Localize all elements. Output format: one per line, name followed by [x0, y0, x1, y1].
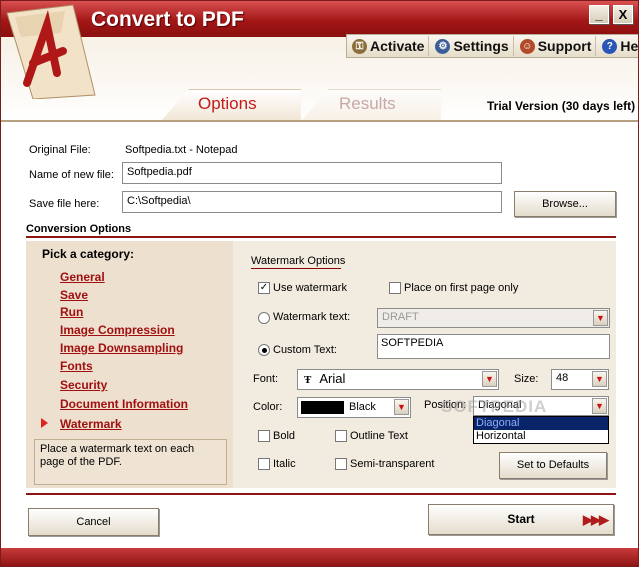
- divider: [26, 236, 616, 238]
- toolbar: ⚿Activate ⚙Settings ☺Support ?Help: [346, 34, 639, 58]
- font-label: Font:: [253, 373, 279, 385]
- footer-bar: [1, 548, 638, 566]
- app-title: Convert to PDF: [91, 8, 244, 31]
- forward-arrows-icon: ▶▶▶: [583, 512, 609, 527]
- pick-category-label: Pick a category:: [42, 247, 135, 261]
- outline-text-label: Outline Text: [350, 430, 408, 442]
- category-watermark[interactable]: Watermark: [60, 417, 122, 431]
- key-icon: ⚿: [352, 38, 367, 54]
- support-label: Support: [537, 38, 592, 54]
- category-image-compression[interactable]: Image Compression: [60, 323, 175, 337]
- gear-icon: ⚙: [435, 38, 451, 54]
- watermark-text-value: DRAFT: [382, 311, 419, 323]
- activate-label: Activate: [370, 38, 425, 54]
- conversion-options-title: Conversion Options: [26, 223, 132, 235]
- original-file-value: Softpedia.txt - Notepad: [125, 144, 238, 156]
- trial-status: Trial Version (30 days left): [487, 99, 636, 113]
- chevron-down-icon: ▼: [592, 371, 607, 387]
- position-dropdown-list: Diagonal Horizontal: [473, 416, 609, 444]
- chevron-down-icon: ▼: [482, 371, 497, 387]
- original-file-label: Original File:: [29, 144, 91, 156]
- help-label: Help: [620, 38, 639, 54]
- support-button[interactable]: ☺ Support: [516, 36, 597, 56]
- semi-transparent-label: Semi-transparent: [350, 458, 435, 470]
- activate-button[interactable]: ⚿ Activate: [348, 36, 430, 56]
- custom-text-label: Custom Text:: [273, 344, 337, 356]
- color-label: Color:: [253, 401, 283, 413]
- chevron-down-icon: ▼: [394, 399, 409, 415]
- color-swatch: [301, 401, 344, 414]
- save-location-input[interactable]: C:\Softpedia\: [122, 191, 502, 213]
- new-file-name-input[interactable]: Softpedia.pdf: [122, 162, 502, 184]
- app-logo-icon: [6, 4, 96, 99]
- set-defaults-button[interactable]: Set to Defaults: [499, 452, 607, 479]
- divider: [251, 268, 341, 269]
- cancel-button[interactable]: Cancel: [28, 508, 159, 536]
- category-help-text: Place a watermark text on each page of t…: [34, 439, 227, 485]
- position-option-diagonal[interactable]: Diagonal: [474, 417, 608, 430]
- radio-dot: [262, 348, 267, 353]
- settings-label: Settings: [453, 38, 509, 54]
- bold-checkbox[interactable]: [258, 430, 270, 442]
- help-button[interactable]: ?Help: [598, 36, 639, 56]
- color-select[interactable]: Black ▼: [297, 397, 411, 418]
- new-file-name-label: Name of new file:: [29, 169, 114, 181]
- custom-text-radio[interactable]: [258, 344, 270, 356]
- italic-label: Italic: [273, 458, 296, 470]
- category-save[interactable]: Save: [60, 288, 88, 302]
- category-general[interactable]: General: [60, 270, 105, 284]
- watermark-text-radio[interactable]: [258, 312, 270, 324]
- outline-text-checkbox[interactable]: [335, 430, 347, 442]
- use-watermark-label: Use watermark: [273, 282, 347, 294]
- divider: [1, 120, 638, 122]
- custom-text-input[interactable]: SOFTPEDIA: [377, 334, 610, 359]
- start-button[interactable]: Start ▶▶▶: [428, 504, 614, 535]
- tab-options[interactable]: Options: [198, 94, 257, 114]
- question-icon: ?: [602, 38, 618, 54]
- divider: [26, 493, 616, 495]
- category-document-information[interactable]: Document Information: [60, 397, 188, 411]
- start-label: Start: [507, 512, 535, 526]
- size-select[interactable]: 48 ▼: [551, 369, 609, 390]
- use-watermark-checkbox[interactable]: ✓: [258, 282, 270, 294]
- softpedia-watermark: SOFTPEDIA: [441, 397, 548, 416]
- tab-results[interactable]: Results: [339, 94, 396, 114]
- save-location-label: Save file here:: [29, 198, 100, 210]
- truetype-icon: Ŧ: [304, 374, 312, 386]
- first-page-label: Place on first page only: [404, 282, 519, 294]
- browse-button[interactable]: Browse...: [514, 191, 616, 217]
- settings-button[interactable]: ⚙ Settings: [431, 36, 514, 56]
- bold-label: Bold: [273, 430, 296, 442]
- semi-transparent-checkbox[interactable]: [335, 458, 347, 470]
- category-run[interactable]: Run: [60, 305, 83, 319]
- font-value: Arial: [319, 371, 346, 386]
- minimize-button[interactable]: _: [589, 5, 609, 24]
- color-value: Black: [349, 401, 376, 413]
- category-security[interactable]: Security: [60, 378, 107, 392]
- first-page-checkbox[interactable]: [389, 282, 401, 294]
- size-value: 48: [556, 372, 569, 384]
- category-panel: Pick a category: General Save Run Image …: [26, 241, 233, 488]
- watermark-text-select: DRAFT ▼: [377, 308, 610, 328]
- watermark-options-title: Watermark Options: [251, 255, 346, 267]
- watermark-panel: Watermark Options ✓ Use watermark Place …: [233, 241, 616, 488]
- category-image-downsampling[interactable]: Image Downsampling: [60, 341, 183, 355]
- watermark-text-label: Watermark text:: [273, 311, 351, 323]
- font-select[interactable]: Ŧ Arial ▼: [297, 369, 499, 390]
- italic-checkbox[interactable]: [258, 458, 270, 470]
- chevron-down-icon: ▼: [592, 398, 607, 414]
- close-button[interactable]: X: [613, 5, 633, 24]
- category-fonts[interactable]: Fonts: [60, 359, 93, 373]
- position-option-horizontal[interactable]: Horizontal: [474, 430, 608, 443]
- selected-arrow-icon: [41, 418, 48, 428]
- app-window: Convert to PDF _ X ⚿ Activate ⚙ Settings ☺…: [0, 0, 639, 567]
- size-label: Size:: [514, 373, 539, 385]
- chevron-down-icon: ▼: [593, 310, 608, 326]
- people-icon: ☺: [519, 38, 535, 54]
